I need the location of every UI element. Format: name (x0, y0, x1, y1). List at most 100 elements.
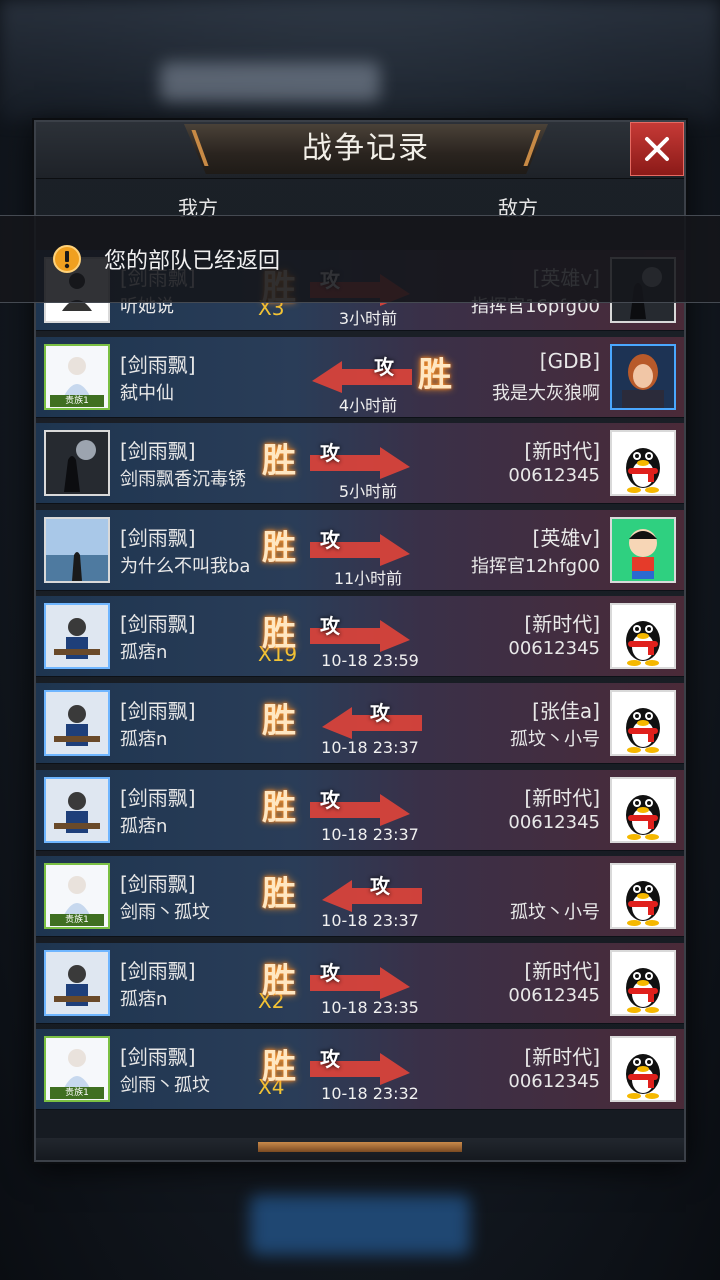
my-guild-name: [剑雨飘] (120, 1045, 196, 1070)
enemy-avatar[interactable] (610, 603, 676, 670)
victory-label: 胜 (418, 354, 452, 395)
attack-label: 攻 (374, 354, 394, 379)
victory-label: 胜 (262, 614, 296, 655)
attack-label: 攻 (320, 441, 340, 466)
enemy-player-name: 00612345 (508, 1071, 600, 1093)
battle-time: 5小时前 (338, 482, 398, 502)
attack-label: 攻 (320, 1047, 340, 1072)
enemy-guild-name: [新时代] (524, 785, 600, 810)
column-headers: 我方 敌方 (36, 178, 684, 220)
victory-label: 胜 (262, 787, 296, 828)
attack-label: 攻 (370, 701, 390, 725)
enemy-player-name: 00612345 (508, 465, 600, 487)
battle-record-row[interactable]: 贵族1 [剑雨飘] 弑中仙 [GDB] 我是大灰狼啊 4小时前胜攻 (36, 336, 684, 418)
attack-label: 攻 (320, 527, 340, 552)
rank-badge: 贵族1 (50, 914, 104, 927)
battle-record-row[interactable]: [剑雨飘] 孤痞n [张佳a] 孤坟丶小号 10-18 23:37 胜攻 (36, 683, 684, 764)
my-player-name: 孤痞n (120, 988, 168, 1010)
my-guild-name: [剑雨飘] (120, 785, 196, 810)
attack-label: 攻 (320, 614, 340, 639)
battle-time: 3小时前 (338, 309, 398, 328)
enemy-avatar[interactable] (610, 690, 676, 756)
my-avatar[interactable] (44, 516, 110, 583)
attack-label: 攻 (320, 787, 340, 812)
notification-banner: 您的部队已经返回 (0, 215, 720, 303)
enemy-guild-name: [新时代] (524, 958, 600, 983)
battle-time: 11小时前 (333, 568, 403, 588)
enemy-player-name: 我是大灰狼啊 (492, 382, 600, 404)
enemy-avatar[interactable] (610, 516, 676, 583)
my-guild-name: [剑雨飘] (120, 439, 196, 464)
battle-record-row[interactable]: [剑雨飘] 孤痞n [新时代] 00612345 10-18 23:35 X2 胜攻 (36, 942, 684, 1024)
my-avatar[interactable] (44, 430, 110, 497)
my-player-name: 剑雨丶孤坟 (120, 1075, 210, 1097)
enemy-player-name: 指挥官12hfg00 (471, 555, 600, 577)
my-guild-name: [剑雨飘] (120, 352, 196, 377)
enemy-avatar[interactable] (610, 863, 676, 930)
close-icon (645, 137, 669, 161)
attack-arrow-left-icon (312, 360, 412, 393)
my-player-name: 孤痞n (120, 815, 168, 837)
enemy-player-name: 00612345 (508, 811, 600, 833)
my-guild-name: [剑雨飘] (120, 872, 196, 897)
battle-record-list[interactable]: [剑雨飘]听她说[英雄v]指挥官16pfg003小时前X3胜攻贵族1[剑雨飘]弑… (36, 250, 684, 1120)
my-avatar[interactable]: 贵族1 (44, 343, 110, 410)
my-player-name: 孤痞n (120, 642, 168, 664)
dialog-bottom-bar (36, 1138, 684, 1160)
battle-record-row[interactable]: [剑雨飘] 孤痞n [新时代] 00612345 10-18 23:59 X19 胜攻 (36, 596, 684, 678)
close-button[interactable] (630, 122, 684, 176)
battle-record-row[interactable]: 贵族1 [剑雨飘] 剑雨丶孤坟 [新时代] 00612345 10-18 23:32 X4 胜… (36, 1029, 684, 1111)
bottom-tab (258, 1142, 462, 1152)
my-avatar[interactable] (44, 690, 110, 756)
my-avatar[interactable]: 贵族1 (44, 863, 110, 930)
enemy-guild-name: [新时代] (524, 1045, 600, 1070)
notification-text: 您的部队已经返回 (104, 249, 281, 274)
background-top-bar (0, 0, 720, 120)
victory-label: 胜 (262, 527, 296, 568)
enemy-player-name: 孤坟丶小号 (510, 902, 600, 924)
dialog-title: 战争记录 (302, 131, 430, 166)
battle-record-row[interactable]: [剑雨飘] 为什么不叫我ba [英雄v] 指挥官12hfg00 11小时前 胜攻 (36, 509, 684, 591)
enemy-avatar[interactable] (610, 1036, 676, 1103)
my-player-name: 孤痞n (120, 729, 168, 750)
enemy-avatar[interactable] (610, 776, 676, 843)
alert-icon (53, 245, 81, 273)
my-avatar[interactable] (44, 603, 110, 670)
my-guild-name: [剑雨飘] (120, 699, 196, 723)
battle-time: 4小时前 (338, 395, 398, 415)
enemy-guild-name: [张佳a] (532, 699, 600, 723)
victory-label: 胜 (262, 701, 296, 741)
enemy-avatar[interactable] (610, 949, 676, 1016)
attack-label: 攻 (370, 874, 390, 899)
enemy-player-name: 00612345 (508, 984, 600, 1006)
battle-record-row[interactable]: [剑雨飘] 孤痞n [新时代] 00612345 10-18 23:37 胜攻 (36, 769, 684, 851)
enemy-guild-name: [GDB] (539, 348, 600, 373)
background-button (250, 1195, 470, 1255)
my-player-name: 剑雨丶孤坟 (120, 902, 210, 924)
enemy-guild-name: [英雄v] (532, 525, 600, 550)
enemy-player-name: 00612345 (508, 638, 600, 660)
my-player-name: 为什么不叫我ba (120, 555, 251, 577)
enemy-avatar[interactable] (610, 430, 676, 497)
my-avatar[interactable] (44, 949, 110, 1016)
battle-record-row[interactable]: 贵族1 [剑雨飘] 剑雨丶孤坟 孤坟丶小号 10-18 23:37 胜攻 (36, 856, 684, 938)
my-avatar[interactable]: 贵族1 (44, 1036, 110, 1103)
my-avatar[interactable] (44, 776, 110, 843)
enemy-avatar[interactable] (610, 343, 676, 410)
dialog-header: 战争记录 (36, 122, 684, 179)
my-guild-name: [剑雨飘] (120, 612, 196, 637)
my-guild-name: [剑雨飘] (120, 958, 196, 983)
my-player-name: 剑雨飘香沉毒锈 (120, 469, 246, 491)
enemy-guild-name: [新时代] (524, 439, 600, 464)
victory-label: 胜 (262, 874, 296, 915)
victory-label: 胜 (262, 1047, 296, 1088)
attack-label: 攻 (320, 960, 340, 985)
background-title (160, 62, 380, 102)
my-player-name: 弑中仙 (120, 382, 174, 404)
enemy-guild-name: [新时代] (524, 612, 600, 637)
enemy-player-name: 孤坟丶小号 (510, 729, 600, 750)
rank-badge: 贵族1 (50, 394, 104, 407)
rank-badge: 贵族1 (50, 1087, 104, 1100)
victory-label: 胜 (262, 441, 296, 482)
battle-record-row[interactable]: [剑雨飘] 剑雨飘香沉毒锈 [新时代] 00612345 5小时前 胜攻 (36, 423, 684, 505)
